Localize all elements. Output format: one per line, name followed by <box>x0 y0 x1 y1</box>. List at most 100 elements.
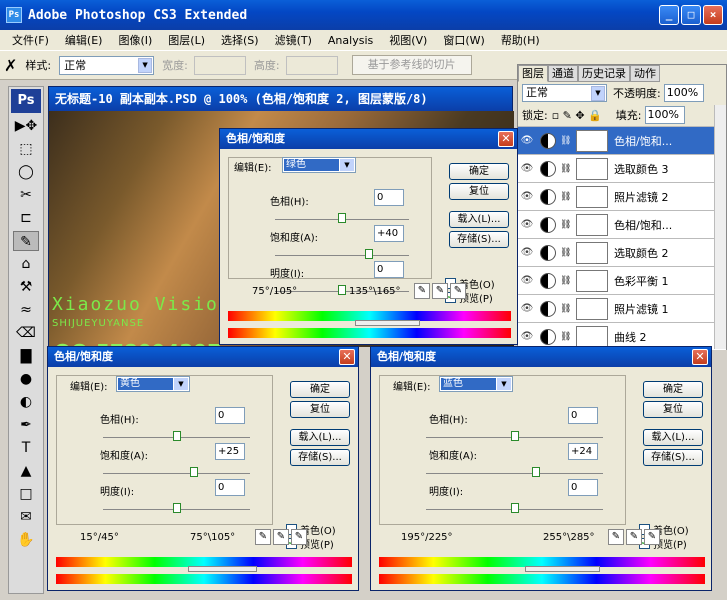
lightness-input[interactable]: 0 <box>568 479 598 496</box>
eye-icon[interactable]: 👁 <box>518 163 536 174</box>
edit-channel-select[interactable]: 蓝色 ▼ <box>439 376 513 392</box>
reset-button[interactable]: 复位 <box>449 183 509 200</box>
layer-row[interactable]: 👁 ⛓ 色相/饱和... <box>518 210 726 238</box>
menu-help[interactable]: 帮助(H) <box>493 32 548 48</box>
layer-row[interactable]: 👁 ⛓ 色彩平衡 1 <box>518 266 726 294</box>
save-button[interactable]: 存储(S)... <box>643 449 703 466</box>
width-input[interactable] <box>193 55 246 75</box>
layer-row[interactable]: 👁 ⛓ 选取颜色 3 <box>518 154 726 182</box>
eye-icon[interactable]: 👁 <box>518 275 536 286</box>
range-slider[interactable] <box>354 320 421 326</box>
saturation-slider-thumb[interactable] <box>190 467 199 477</box>
ok-button[interactable]: 确定 <box>449 163 509 180</box>
opacity-input[interactable]: 100% <box>663 84 704 102</box>
saturation-slider-track[interactable] <box>103 473 250 474</box>
save-button[interactable]: 存储(S)... <box>290 449 350 466</box>
healing-tool-icon[interactable]: ⌂ <box>13 254 39 274</box>
quick-select-tool-icon[interactable]: ✂ <box>13 185 39 205</box>
menu-analysis[interactable]: Analysis <box>320 34 381 47</box>
lock-icons[interactable]: ▫ ✎ ✥ 🔒 <box>552 109 602 122</box>
menu-view[interactable]: 视图(V) <box>381 32 435 48</box>
layer-row[interactable]: 👁 ⛓ 选取颜色 2 <box>518 238 726 266</box>
layer-mask-thumbnail[interactable] <box>576 297 608 320</box>
ok-button[interactable]: 确定 <box>290 381 350 398</box>
slice-tool-icon[interactable]: ✎ <box>13 231 39 251</box>
layer-row[interactable]: 👁 ⛓ 色相/饱和... <box>518 126 726 154</box>
fill-input[interactable]: 100% <box>644 106 685 124</box>
eye-icon[interactable]: 👁 <box>518 191 536 202</box>
gradient-tool-icon[interactable]: ▇ <box>13 346 39 366</box>
tab-channels[interactable]: 通道 <box>548 65 578 82</box>
saturation-slider-thumb[interactable] <box>364 249 373 259</box>
close-icon[interactable]: ✕ <box>692 349 708 365</box>
tab-actions[interactable]: 动作 <box>630 65 660 82</box>
hue-input[interactable]: 0 <box>374 189 404 206</box>
eyedropper-icon[interactable]: ✎ <box>608 529 624 545</box>
reset-button[interactable]: 复位 <box>643 401 703 418</box>
close-icon[interactable]: ✕ <box>339 349 355 365</box>
reset-button[interactable]: 复位 <box>290 401 350 418</box>
pen-tool-icon[interactable]: ✒ <box>13 415 39 435</box>
menu-file[interactable]: 文件(F) <box>4 32 57 48</box>
lightness-input[interactable]: 0 <box>215 479 245 496</box>
layer-mask-thumbnail[interactable] <box>576 129 608 152</box>
layer-mask-thumbnail[interactable] <box>576 213 608 236</box>
height-input[interactable] <box>285 55 338 75</box>
hue-input[interactable]: 0 <box>215 407 245 424</box>
layer-row[interactable]: 👁 ⛓ 照片滤镜 1 <box>518 294 726 322</box>
notes-tool-icon[interactable]: ✉ <box>13 507 39 527</box>
minimize-button[interactable]: _ <box>659 5 679 25</box>
save-button[interactable]: 存储(S)... <box>449 231 509 248</box>
range-slider[interactable] <box>188 566 258 572</box>
eye-icon[interactable]: 👁 <box>518 219 536 230</box>
blur-tool-icon[interactable]: ● <box>13 369 39 389</box>
edit-channel-select[interactable]: 绿色 ▼ <box>282 157 356 173</box>
eyedropper-icon[interactable]: ✎ <box>255 529 271 545</box>
layer-mask-thumbnail[interactable] <box>576 185 608 208</box>
eyedropper-minus-icon[interactable]: ✎ <box>291 529 307 545</box>
style-select[interactable]: 正常 ▼ <box>59 55 155 75</box>
layer-mask-thumbnail[interactable] <box>576 269 608 292</box>
move-tool-icon[interactable]: ▶✥ <box>13 116 39 136</box>
hue-slider-thumb[interactable] <box>172 431 181 441</box>
menu-select[interactable]: 选择(S) <box>213 32 267 48</box>
blend-mode-select[interactable]: 正常 ▼ <box>522 84 607 102</box>
menu-edit[interactable]: 编辑(E) <box>57 32 111 48</box>
saturation-slider-track[interactable] <box>275 255 409 256</box>
eyedropper-minus-icon[interactable]: ✎ <box>450 283 466 299</box>
hue-input[interactable]: 0 <box>568 407 598 424</box>
lasso-tool-icon[interactable]: ◯ <box>13 162 39 182</box>
path-select-tool-icon[interactable]: ▲ <box>13 461 39 481</box>
lightness-slider-thumb[interactable] <box>338 285 346 295</box>
lightness-slider-thumb[interactable] <box>510 503 519 513</box>
hue-slider-thumb[interactable] <box>338 213 346 223</box>
eye-icon[interactable]: 👁 <box>518 303 536 314</box>
dodge-tool-icon[interactable]: ◐ <box>13 392 39 412</box>
eraser-tool-icon[interactable]: ⌫ <box>13 323 39 343</box>
eyedropper-minus-icon[interactable]: ✎ <box>644 529 660 545</box>
slices-from-guides-button[interactable]: 基于参考线的切片 <box>351 55 472 75</box>
layers-scrollbar[interactable] <box>714 105 726 349</box>
maximize-button[interactable]: □ <box>681 5 701 25</box>
menu-filter[interactable]: 滤镜(T) <box>267 32 320 48</box>
brush-tool-icon[interactable]: ⚒ <box>13 277 39 297</box>
menu-image[interactable]: 图像(I) <box>110 32 160 48</box>
load-button[interactable]: 载入(L)... <box>449 211 509 228</box>
close-icon[interactable]: ✕ <box>498 131 514 147</box>
range-slider[interactable] <box>524 566 601 572</box>
eyedropper-icon[interactable]: ✎ <box>414 283 430 299</box>
layer-mask-thumbnail[interactable] <box>576 157 608 180</box>
eyedropper-plus-icon[interactable]: ✎ <box>432 283 448 299</box>
eyedropper-plus-icon[interactable]: ✎ <box>626 529 642 545</box>
shape-tool-icon[interactable]: □ <box>13 484 39 504</box>
stamp-tool-icon[interactable]: ≈ <box>13 300 39 320</box>
tab-layers[interactable]: 图层 <box>518 65 548 82</box>
saturation-input[interactable]: +24 <box>568 443 598 460</box>
edit-channel-select[interactable]: 黄色 ▼ <box>116 376 190 392</box>
layer-row[interactable]: 👁 ⛓ 照片滤镜 2 <box>518 182 726 210</box>
marquee-tool-icon[interactable]: ⬚ <box>13 139 39 159</box>
lightness-input[interactable]: 0 <box>374 261 404 278</box>
layer-mask-thumbnail[interactable] <box>576 325 608 348</box>
saturation-slider-track[interactable] <box>426 473 603 474</box>
menu-layer[interactable]: 图层(L) <box>160 32 213 48</box>
